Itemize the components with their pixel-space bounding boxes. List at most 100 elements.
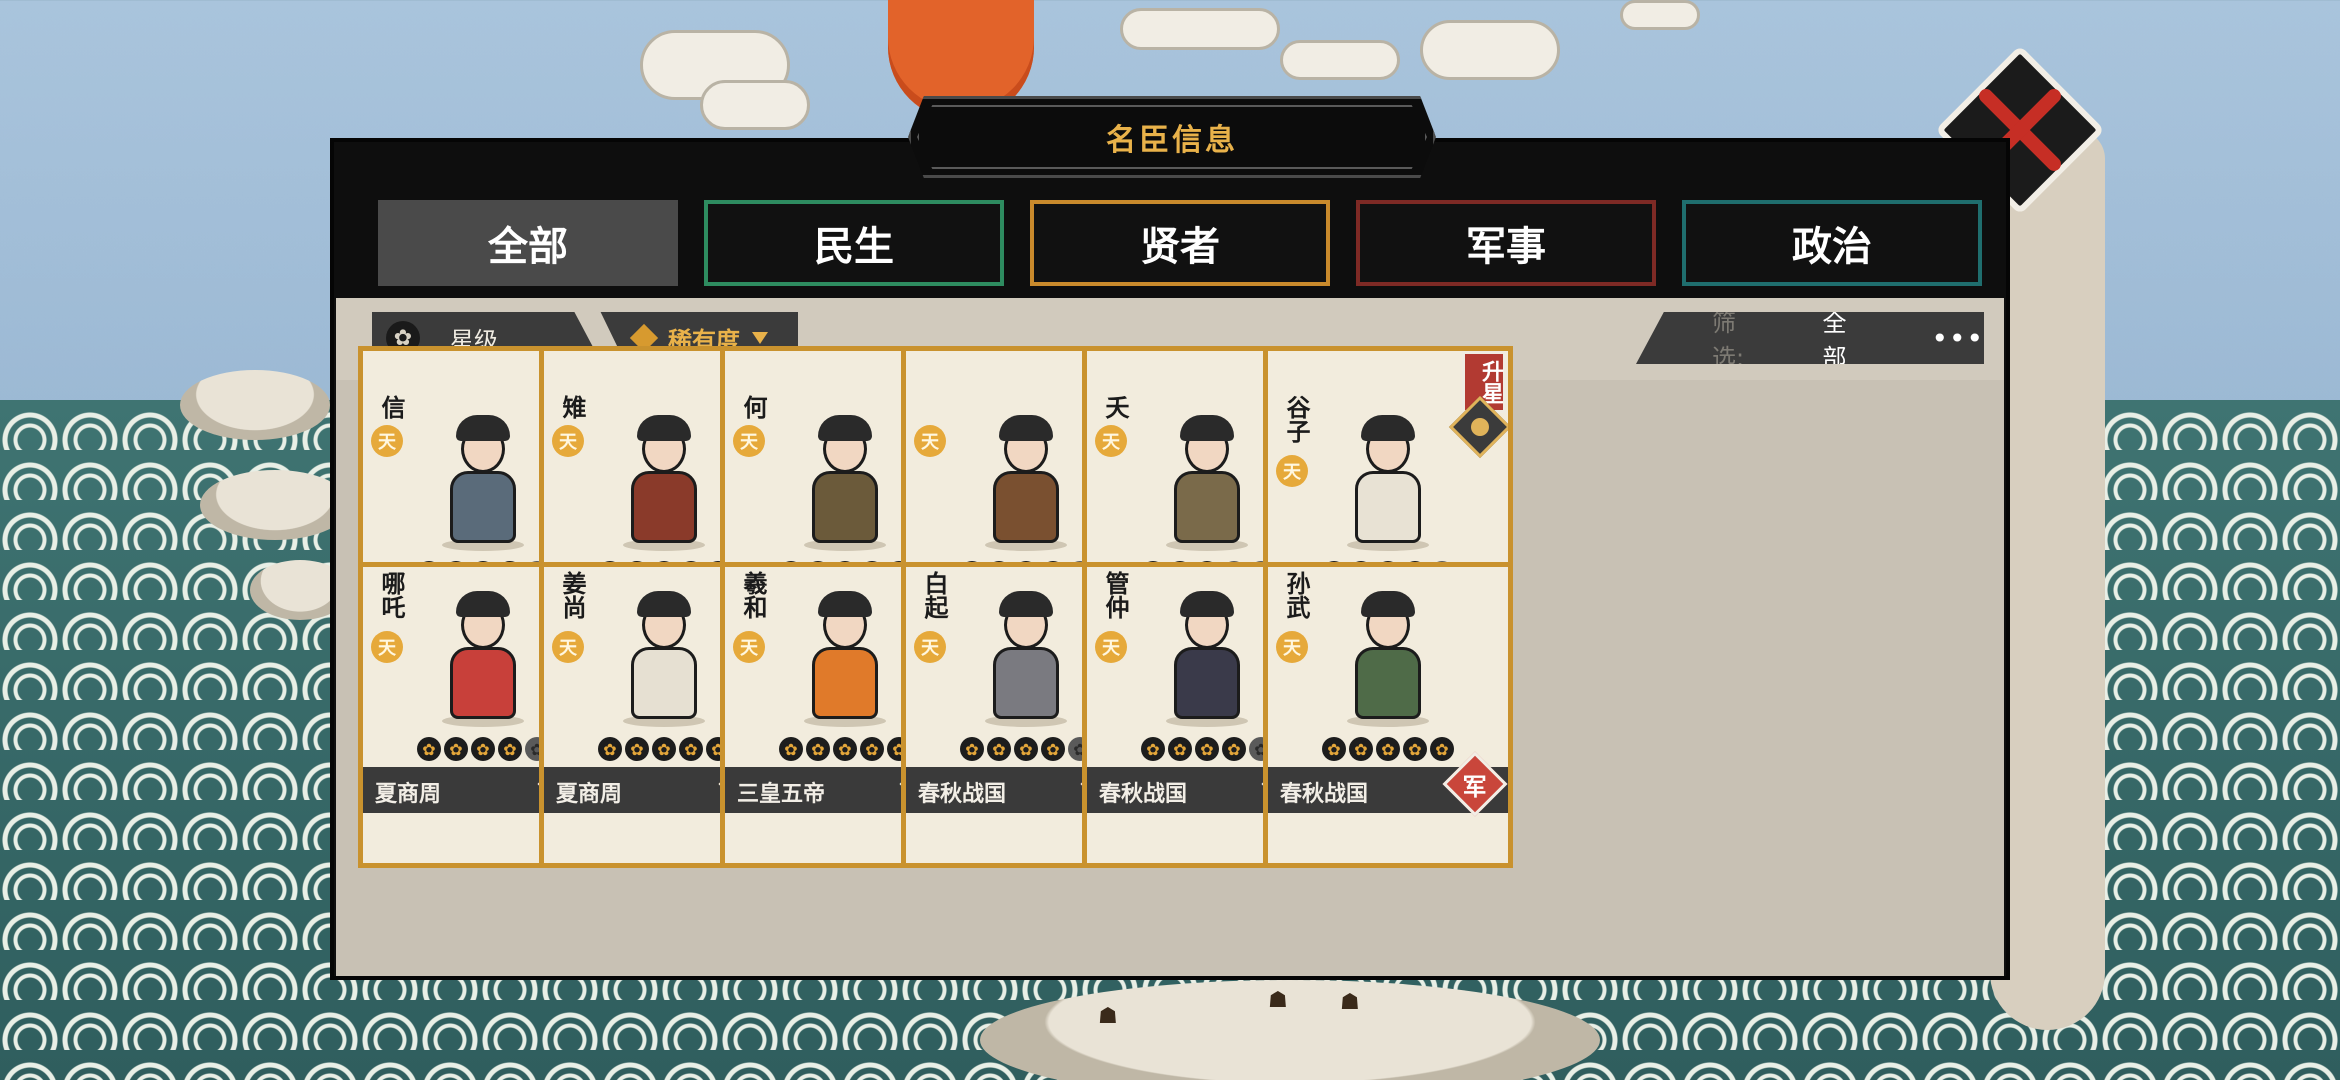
era-label: 春秋战国: [918, 782, 1007, 807]
star-icon: ✿: [987, 737, 1011, 761]
tier-badge: 天: [733, 631, 765, 663]
era-label: 三皇五帝: [737, 782, 826, 807]
tier-badge: 天: [914, 425, 946, 457]
star-icon: ✿: [1168, 737, 1192, 761]
minister-name: 信: [377, 395, 405, 419]
star-icon: ✿: [1403, 737, 1427, 761]
tier-badge: 天: [552, 425, 584, 457]
character-hair: [999, 415, 1053, 441]
character-hair: [818, 415, 872, 441]
star-icon: ✿: [1195, 737, 1219, 761]
filter-bar: 筛选: 全部 •••: [1636, 312, 1984, 364]
era-label: 夏商周: [375, 782, 442, 807]
minister-name: 姜尚: [558, 571, 586, 619]
minister-name: 羲和: [739, 571, 767, 619]
star-icon: ✿: [598, 737, 622, 761]
character-hair: [999, 591, 1053, 617]
character-robe: [1355, 647, 1421, 719]
character-hair: [637, 591, 691, 617]
star-icon: ✿: [833, 737, 857, 761]
star-icon: ✿: [1376, 737, 1400, 761]
minister-name: 何: [739, 395, 767, 419]
character-robe: [812, 647, 878, 719]
tab-livelihood[interactable]: 民生: [704, 200, 1004, 286]
minister-name: 孙武: [1282, 571, 1310, 619]
tier-badge: 天: [371, 631, 403, 663]
tab-all[interactable]: 全部: [378, 200, 678, 286]
character-portrait: [1333, 587, 1443, 727]
character-portrait: [609, 411, 719, 551]
tier-badge: 天: [733, 425, 765, 457]
floating-island: [180, 370, 330, 440]
character-robe: [1174, 647, 1240, 719]
panel-title-plaque: 名臣信息: [908, 96, 1436, 178]
floating-island: [200, 470, 350, 540]
tier-badge: 天: [1276, 631, 1308, 663]
character-robe: [631, 471, 697, 543]
era-label: 夏商周: [556, 782, 623, 807]
cloud-decoration: [1620, 0, 1700, 30]
tier-badge: 天: [1276, 455, 1308, 487]
star-icon: ✿: [679, 737, 703, 761]
card-list-area: ✿ 星级 稀有度 筛选: 全部 ••• 信天升星✿✿✿✿✿秦楚汉军霸王在世，确实…: [336, 298, 2004, 976]
star-icon: ✿: [471, 737, 495, 761]
character-portrait: [790, 587, 900, 727]
character-hair: [1361, 591, 1415, 617]
cloud-decoration: [700, 80, 810, 130]
character-robe: [993, 647, 1059, 719]
character-hair: [1361, 415, 1415, 441]
tier-badge: 天: [914, 631, 946, 663]
tab-sage[interactable]: 贤者: [1030, 200, 1330, 286]
tier-badge: 天: [1095, 425, 1127, 457]
character-portrait: [609, 587, 719, 727]
character-portrait: [1152, 587, 1262, 727]
chevron-down-icon: [752, 332, 768, 344]
character-robe: [450, 647, 516, 719]
minister-card[interactable]: 孙武天 ✿ ✿ ✿ ✿ ✿ 春秋战国军: [1263, 562, 1513, 868]
villager-sprite: ☗: [1098, 1004, 1118, 1029]
star-icon: ✿: [625, 737, 649, 761]
minister-name: 白起: [920, 571, 948, 619]
tier-badge: 天: [371, 425, 403, 457]
tab-politics[interactable]: 政治: [1682, 200, 1982, 286]
minister-name: 管仲: [1101, 571, 1129, 619]
minister-name: 谷子: [1282, 395, 1310, 443]
character-robe: [993, 471, 1059, 543]
category-label: 军: [1463, 772, 1487, 801]
star-icon: ✿: [960, 737, 984, 761]
star-icon: ✿: [1349, 737, 1373, 761]
star-icon: ✿: [1141, 737, 1165, 761]
character-hair: [818, 591, 872, 617]
character-hair: [1180, 591, 1234, 617]
filter-label: 筛选:: [1712, 309, 1745, 372]
tier-badge: 天: [1095, 631, 1127, 663]
character-portrait: [790, 411, 900, 551]
more-options-button[interactable]: •••: [1931, 322, 1984, 355]
tab-military[interactable]: 军事: [1356, 200, 1656, 286]
character-hair: [637, 415, 691, 441]
character-robe: [631, 647, 697, 719]
star-icon: ✿: [1014, 737, 1038, 761]
star-icon: ✿: [1322, 737, 1346, 761]
minister-name: 夭: [1101, 395, 1129, 419]
minister-name: 雉: [558, 395, 586, 419]
star-icon: ✿: [652, 737, 676, 761]
villager-sprite: ☗: [1268, 988, 1288, 1013]
star-icon: ✿: [498, 737, 522, 761]
era-label: 春秋战国: [1280, 782, 1369, 807]
era-label: 春秋战国: [1099, 782, 1188, 807]
category-tabs: 全部 民生 贤者 军事 政治: [378, 200, 1982, 288]
minister-name: 哪吒: [377, 571, 405, 619]
character-robe: [1355, 471, 1421, 543]
character-robe: [450, 471, 516, 543]
character-portrait: [1152, 411, 1262, 551]
star-icon: ✿: [860, 737, 884, 761]
character-portrait: [428, 411, 538, 551]
star-icon: ✿: [806, 737, 830, 761]
star-icon: ✿: [417, 737, 441, 761]
character-robe: [812, 471, 878, 543]
filter-value-select[interactable]: 全部: [1823, 312, 1868, 364]
cloud-decoration: [1280, 40, 1400, 80]
character-robe: [1174, 471, 1240, 543]
star-icon: ✿: [1041, 737, 1065, 761]
